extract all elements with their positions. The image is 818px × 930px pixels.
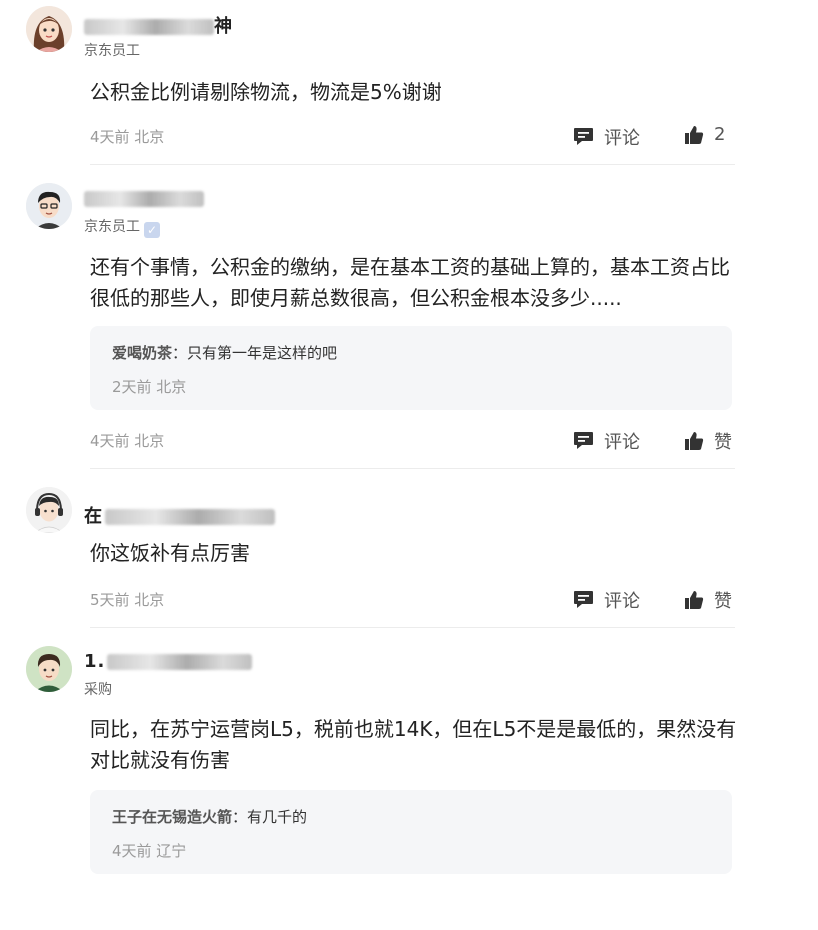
like-count: 2 [714,124,726,145]
avatar-boy-icon [26,183,72,229]
author-role: 采购 [84,682,112,698]
reply-content: 只有第一年是这样的吧 [187,344,338,362]
divider [90,164,735,165]
verified-badge-icon: ✓ [144,222,160,238]
like-label: 赞 [714,591,732,612]
comment-actions: 评论 2 [0,124,818,150]
like-label: 赞 [714,432,732,453]
avatar[interactable] [26,183,72,229]
author-name[interactable] [84,188,204,210]
avatar[interactable] [26,487,72,533]
comment-text: 还有个事情，公积金的缴纳，是在基本工资的基础上算的，基本工资占比很低的那些人，即… [90,255,730,310]
divider [90,627,735,628]
author-name[interactable]: 神 [84,12,233,37]
comment-text: 你这饭补有点厉害 [90,541,250,565]
like-button[interactable]: 赞 [684,587,732,613]
like-button[interactable]: 2 [684,124,725,145]
divider [90,468,735,469]
reply-author[interactable]: 王子在无锡造火箭 [112,808,232,826]
avatar-headphones-icon [26,487,72,533]
avatar-green-icon [26,646,72,692]
comment-button[interactable]: 评论 [573,428,640,454]
thumbs-up-icon [685,125,704,144]
author-name[interactable]: 在 [84,502,275,527]
comment-button[interactable]: 评论 [573,587,640,613]
comment-actions: 评论 赞 [0,428,818,454]
comment-button[interactable]: 评论 [573,124,640,150]
comment-text: 同比，在苏宁运营岗L5，税前也就14K，但在L5不是是最低的，果然没有对比就没有… [90,717,737,772]
comment-label: 评论 [604,128,640,149]
reply-line: 王子在无锡造火箭：有几千的 [112,806,307,827]
comment-label: 评论 [604,432,640,453]
reply-content: 有几千的 [247,808,308,826]
like-button[interactable]: 赞 [684,428,732,454]
reply-colon: ： [232,808,248,826]
avatar[interactable] [26,6,72,52]
author-role: 京东员工 ✓ [84,216,160,238]
comment-actions: 评论 赞 [0,587,818,613]
reply-meta: 2天前 北京 [112,378,187,396]
comment-icon [574,591,593,608]
thumbs-up-icon [685,591,704,609]
avatar-girl-icon [26,6,72,52]
reply-box[interactable]: 王子在无锡造火箭：有几千的 4天前 辽宁 [90,790,732,874]
avatar[interactable] [26,646,72,692]
author-name[interactable]: 1. [84,651,253,673]
comment-label: 评论 [604,591,640,612]
reply-box[interactable]: 爱喝奶茶：只有第一年是这样的吧 2天前 北京 [90,326,732,410]
comment-icon [574,432,593,449]
author-role: 京东员工 [84,43,140,59]
comment-text: 公积金比例请剔除物流，物流是5%谢谢 [90,80,442,104]
comment-icon [574,128,593,145]
reply-colon: ： [172,344,188,362]
reply-meta: 4天前 辽宁 [112,842,187,860]
reply-line: 爱喝奶茶：只有第一年是这样的吧 [112,342,337,363]
reply-author[interactable]: 爱喝奶茶 [112,344,172,362]
thumbs-up-icon [685,432,704,450]
